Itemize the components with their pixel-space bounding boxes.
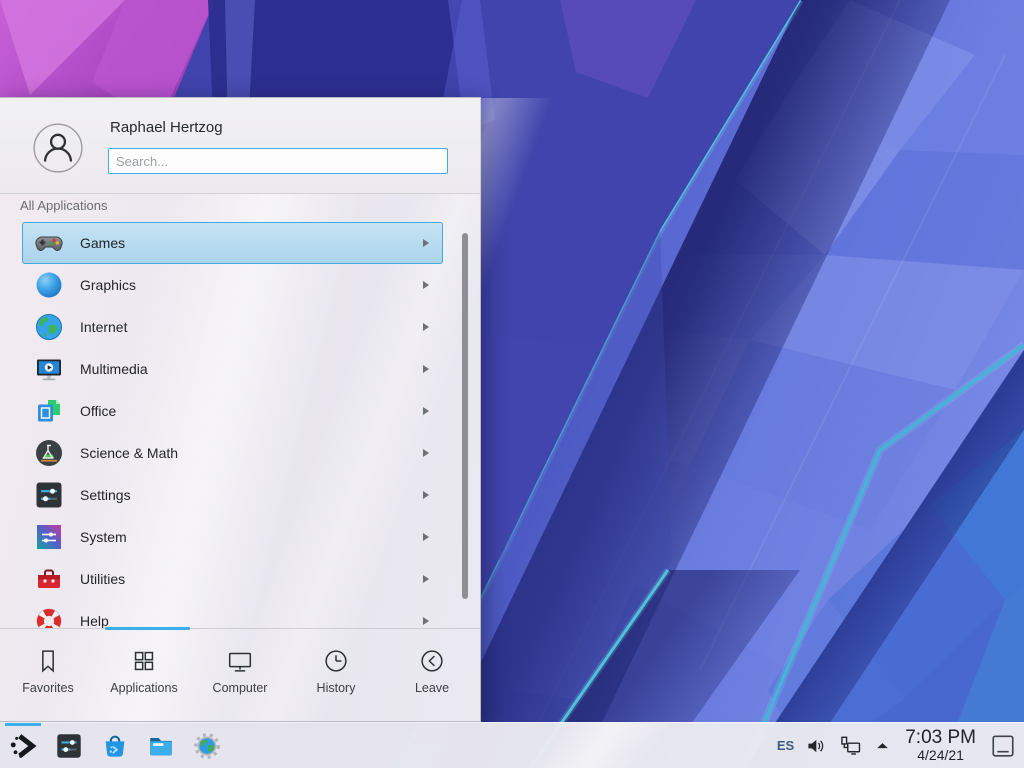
submenu-arrow-icon	[422, 238, 431, 248]
category-label: Science & Math	[80, 445, 422, 461]
tab-history[interactable]: History	[288, 646, 384, 723]
app-grid-icon	[129, 646, 159, 676]
system-tray: ES 7:03	[777, 728, 1024, 764]
taskbar-app-discover[interactable]	[99, 730, 131, 762]
gamepad-icon	[33, 227, 65, 259]
category-item-office[interactable]: Office	[22, 390, 443, 432]
lifebuoy-icon	[33, 605, 65, 628]
monitor-play-icon	[33, 353, 65, 385]
launcher-header: Raphael Hertzog	[0, 98, 480, 194]
category-item-games[interactable]: Games	[22, 222, 443, 264]
tab-applications[interactable]: Applications	[96, 646, 192, 723]
category-label: Help	[80, 613, 422, 628]
scrollbar[interactable]	[462, 233, 468, 599]
globe-icon	[33, 311, 65, 343]
submenu-arrow-icon	[422, 532, 431, 542]
settings-sliders-icon	[54, 731, 84, 761]
discover-bag-icon	[100, 731, 130, 761]
toolbox-icon	[33, 563, 65, 595]
submenu-arrow-icon	[422, 448, 431, 458]
active-tab-indicator	[105, 627, 190, 630]
submenu-arrow-icon	[422, 490, 431, 500]
settings-sliders-icon	[33, 479, 65, 511]
desktop: Raphael Hertzog All Applications Games Gr…	[0, 0, 1024, 768]
category-label: Office	[80, 403, 422, 419]
category-item-internet[interactable]: Internet	[22, 306, 443, 348]
tab-computer[interactable]: Computer	[192, 646, 288, 723]
category-label: Games	[80, 235, 422, 251]
submenu-arrow-icon	[422, 280, 431, 290]
kde-launcher-icon	[8, 731, 38, 761]
taskbar-app-file-manager[interactable]	[145, 730, 177, 762]
computer-icon	[225, 646, 255, 676]
blue-sphere-icon	[33, 269, 65, 301]
digital-clock[interactable]: 7:03 PM 4/24/21	[905, 728, 976, 764]
office-document-icon	[33, 395, 65, 427]
category-item-graphics[interactable]: Graphics	[22, 264, 443, 306]
tab-label: Leave	[415, 681, 449, 695]
submenu-arrow-icon	[422, 616, 431, 626]
category-label: Internet	[80, 319, 422, 335]
network-wired-icon[interactable]	[838, 733, 863, 758]
category-label: Utilities	[80, 571, 422, 587]
launcher-tabbar: Favorites Applications Computer History Leav…	[0, 628, 480, 723]
submenu-arrow-icon	[422, 322, 431, 332]
category-item-multimedia[interactable]: Multimedia	[22, 348, 443, 390]
user-name: Raphael Hertzog	[110, 119, 223, 136]
leave-icon	[417, 646, 447, 676]
expand-tray-caret-icon[interactable]	[874, 737, 891, 754]
keyboard-layout-indicator[interactable]: ES	[777, 738, 794, 753]
show-desktop-button[interactable]	[990, 733, 1016, 759]
category-item-science-math[interactable]: Science & Math	[22, 432, 443, 474]
category-label: Settings	[80, 487, 422, 503]
tab-leave[interactable]: Leave	[384, 646, 480, 723]
tab-label: History	[317, 681, 356, 695]
user-avatar-icon[interactable]	[33, 123, 83, 173]
tab-label: Favorites	[22, 681, 73, 695]
taskbar-panel: ES 7:03	[0, 722, 1024, 768]
folder-icon	[146, 731, 176, 761]
category-item-settings[interactable]: Settings	[22, 474, 443, 516]
science-flask-icon	[33, 437, 65, 469]
volume-icon[interactable]	[805, 735, 827, 757]
category-item-system[interactable]: System	[22, 516, 443, 558]
category-item-utilities[interactable]: Utilities	[22, 558, 443, 600]
submenu-arrow-icon	[422, 364, 431, 374]
clock-time: 7:03 PM	[905, 728, 976, 749]
category-list: Games Graphics Internet Multimedia Office Sci…	[0, 222, 480, 628]
category-item-help[interactable]: Help	[22, 600, 443, 628]
history-clock-icon	[321, 646, 351, 676]
taskbar-app-web-browser[interactable]	[191, 730, 223, 762]
tab-label: Applications	[110, 681, 177, 695]
taskbar-app-system-settings[interactable]	[53, 730, 85, 762]
submenu-arrow-icon	[422, 406, 431, 416]
taskbar-app-application-launcher[interactable]	[7, 730, 39, 762]
bookmark-icon	[33, 646, 63, 676]
tab-label: Computer	[213, 681, 268, 695]
search-input[interactable]	[108, 148, 448, 174]
globe-gear-icon	[192, 731, 222, 761]
category-label: Graphics	[80, 277, 422, 293]
section-label: All Applications	[20, 198, 107, 213]
application-launcher-popup: Raphael Hertzog All Applications Games Gr…	[0, 97, 481, 722]
clock-date: 4/24/21	[905, 748, 976, 763]
tab-favorites[interactable]: Favorites	[0, 646, 96, 723]
system-monitor-icon	[33, 521, 65, 553]
submenu-arrow-icon	[422, 574, 431, 584]
category-label: Multimedia	[80, 361, 422, 377]
taskbar-apps	[0, 723, 223, 768]
category-label: System	[80, 529, 422, 545]
